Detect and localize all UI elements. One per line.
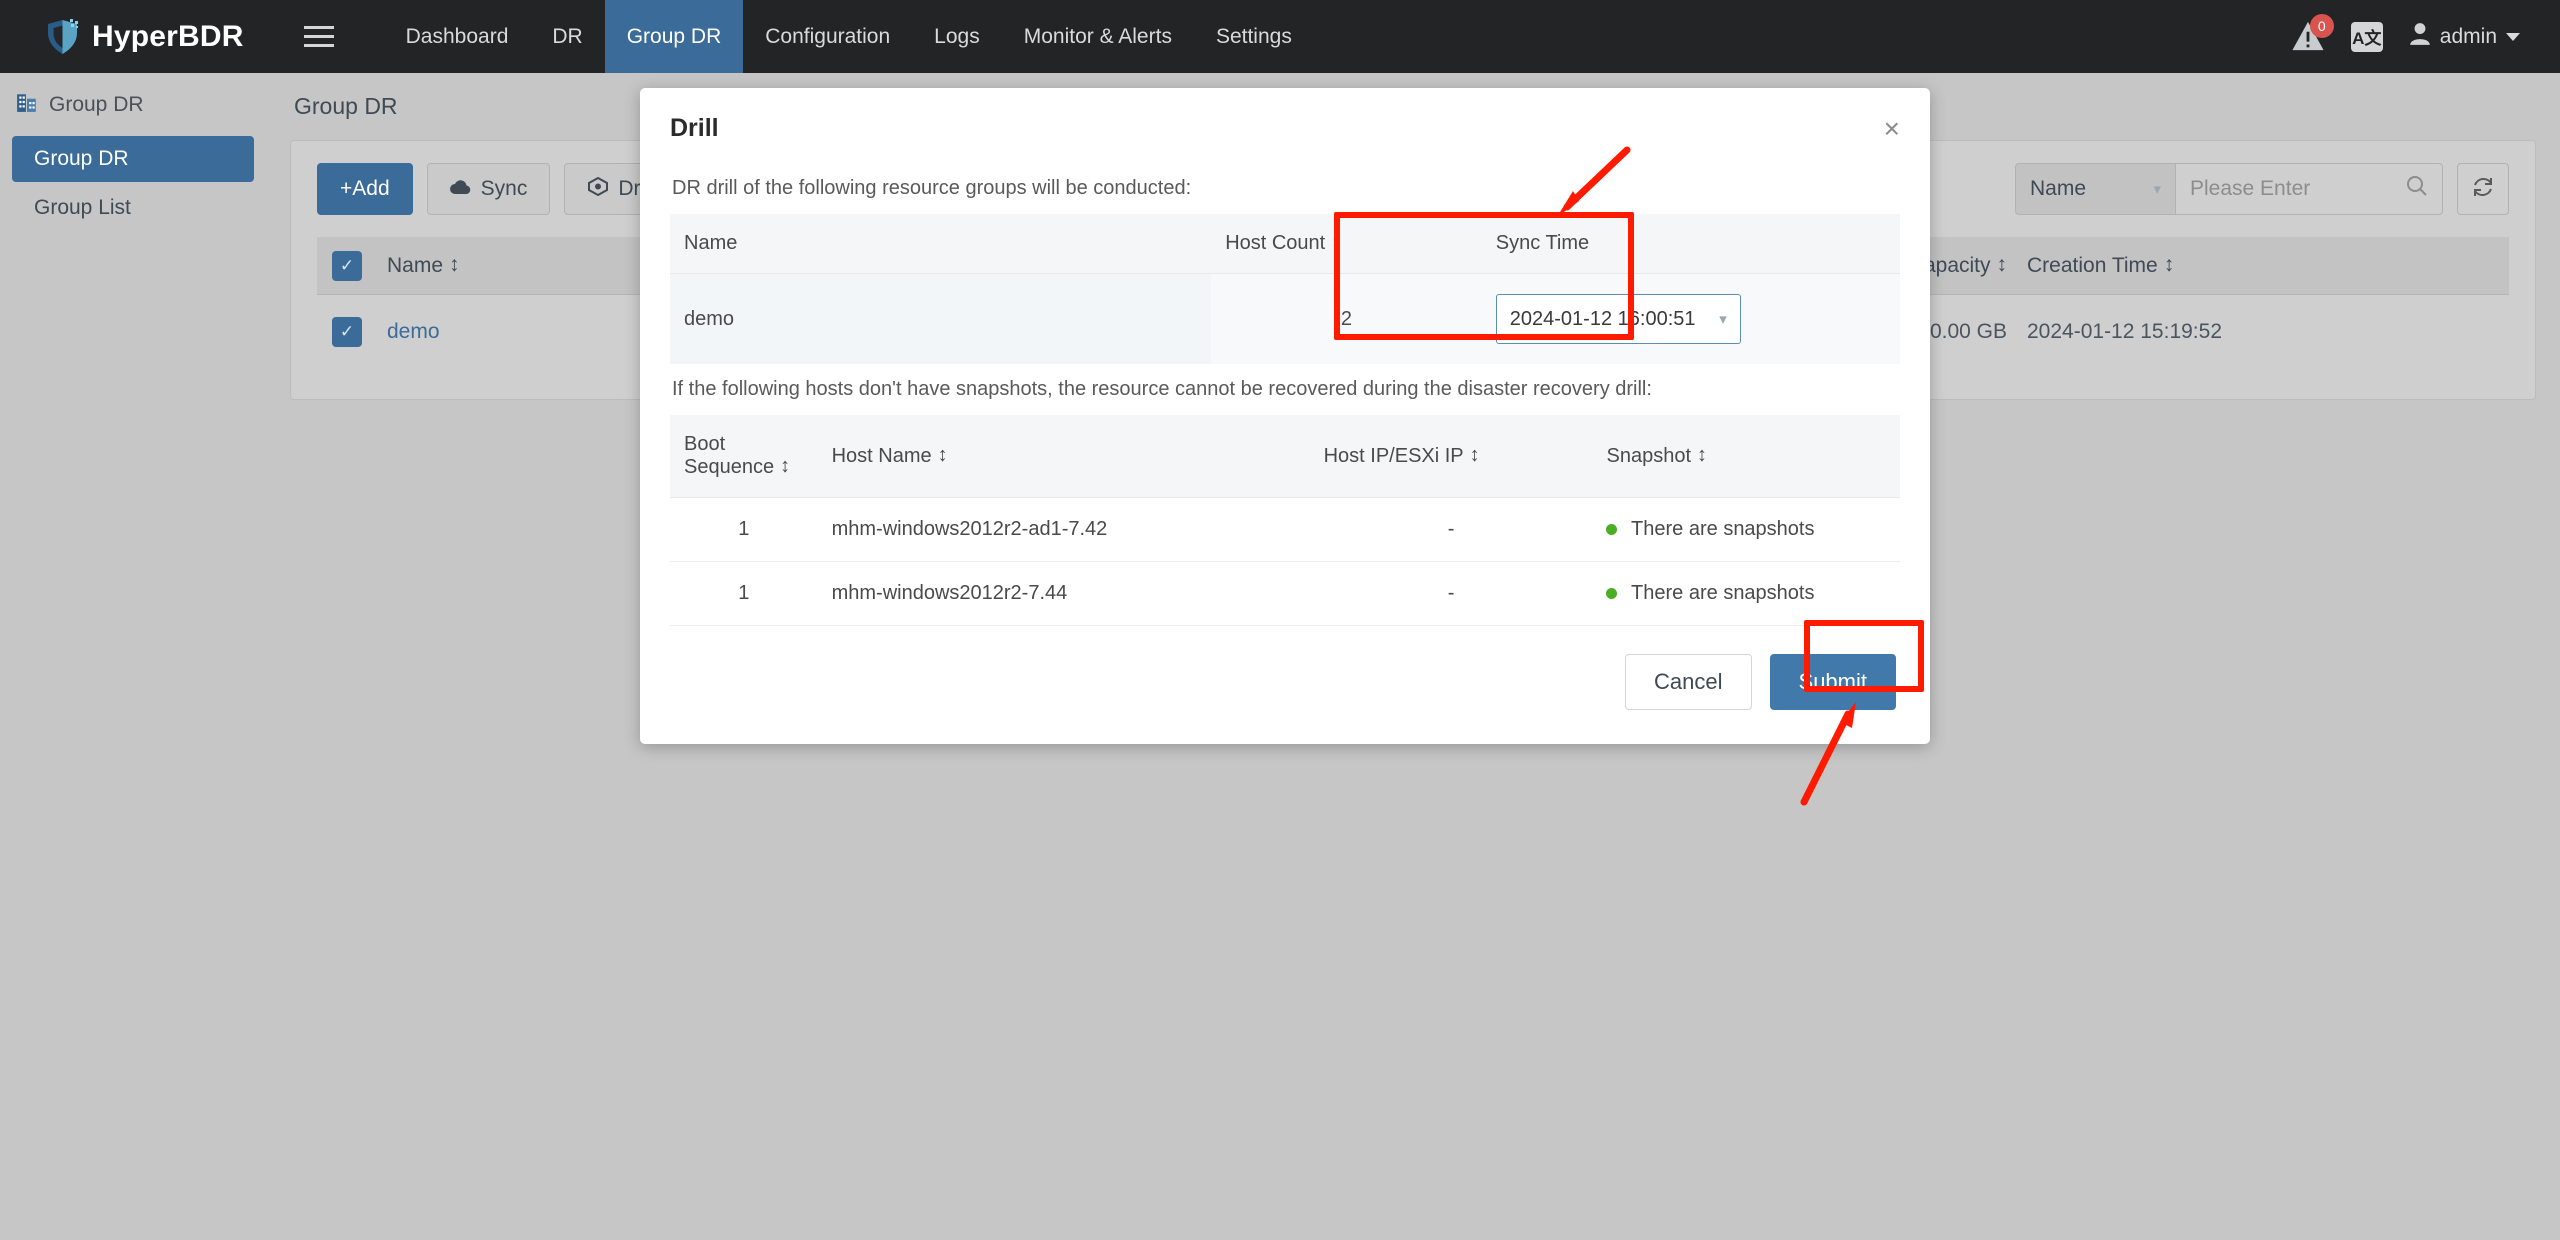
column-label: Sync Time [1495,232,1590,254]
drill-dialog: Drill × DR drill of the following resour… [640,88,1930,744]
column-header-boot-sequence[interactable]: Boot Sequence ↕ [670,415,818,498]
host-table-row: 1 mhm-windows2012r2-7.44 - There are sna… [670,561,1900,626]
cell-boot-sequence: 1 [670,561,818,626]
dialog-body: DR drill of the following resource group… [640,155,1930,626]
cancel-button[interactable]: Cancel [1625,654,1752,710]
column-header-host-count[interactable]: Host Count ↕ [1211,214,1482,274]
sort-icon: ↕ [1331,231,1342,253]
snapshot-status-label: There are snapshots [1631,582,1815,604]
sync-time-value: 2024-01-12 16:00:51 [1509,307,1696,330]
column-label: Boot Sequence [684,433,775,478]
snapshot-status-label: There are snapshots [1631,518,1815,540]
snapshot-status-icon [1606,524,1618,535]
sort-icon: ↕ [780,455,791,477]
cell-sync-time: 2024-01-12 16:00:51 ▾ [1481,273,1900,364]
cell-host-ip: - [1309,561,1593,626]
group-table-header-row: Name Host Count ↕ Sync Time [670,214,1900,274]
submit-button[interactable]: Submit [1769,654,1896,710]
sync-time-select[interactable]: 2024-01-12 16:00:51 ▾ [1495,294,1741,344]
snapshot-hint-text: If the following hosts don't have snapsh… [672,378,1652,400]
cell-snapshot: There are snapshots [1592,561,1900,626]
column-header-host-ip[interactable]: Host IP/ESXi IP ↕ [1309,415,1593,498]
column-label: Name [684,232,738,254]
column-label: Host Name [831,444,932,467]
column-header-snapshot[interactable]: Snapshot ↕ [1592,415,1900,498]
snapshot-status-icon [1606,588,1618,599]
column-header-host-name[interactable]: Host Name ↕ [817,415,1310,498]
dialog-footer: Cancel Submit [640,626,1930,744]
close-icon[interactable]: × [1884,114,1900,143]
sort-icon: ↕ [1697,443,1707,466]
modal-overlay: Drill × DR drill of the following resour… [0,0,2560,1240]
dialog-title: Drill [670,114,719,142]
cell-host-ip: - [1309,497,1593,562]
sort-icon: ↕ [937,443,948,466]
column-header-name[interactable]: Name [670,214,1212,274]
column-label: Host Count [1225,232,1326,254]
column-label: Snapshot [1606,444,1691,467]
dialog-header: Drill × [640,88,1930,155]
host-table-row: 1 mhm-windows2012r2-ad1-7.42 - There are… [670,497,1900,562]
cell-group-name: demo [670,273,1212,364]
cell-host-count: 2 [1211,273,1482,364]
cell-host-name: mhm-windows2012r2-7.44 [817,561,1310,626]
host-table-header-row: Boot Sequence ↕ Host Name ↕ Host IP/ESXi I… [670,415,1900,498]
intro-text: DR drill of the following resource group… [672,177,1192,199]
cell-boot-sequence: 1 [670,497,818,562]
column-header-sync-time: Sync Time [1481,214,1900,274]
group-table-row: demo 2 2024-01-12 16:00:51 ▾ [670,273,1900,364]
column-label: Host IP/ESXi IP [1323,444,1464,467]
sort-icon: ↕ [1469,443,1480,466]
resource-group-table: Name Host Count ↕ Sync Time demo 2 2024-… [670,214,1900,364]
cell-snapshot: There are snapshots [1592,497,1900,562]
cell-host-name: mhm-windows2012r2-ad1-7.42 [817,497,1310,562]
chevron-down-icon: ▾ [1719,311,1727,328]
host-table: Boot Sequence ↕ Host Name ↕ Host IP/ESXi I… [670,415,1900,626]
